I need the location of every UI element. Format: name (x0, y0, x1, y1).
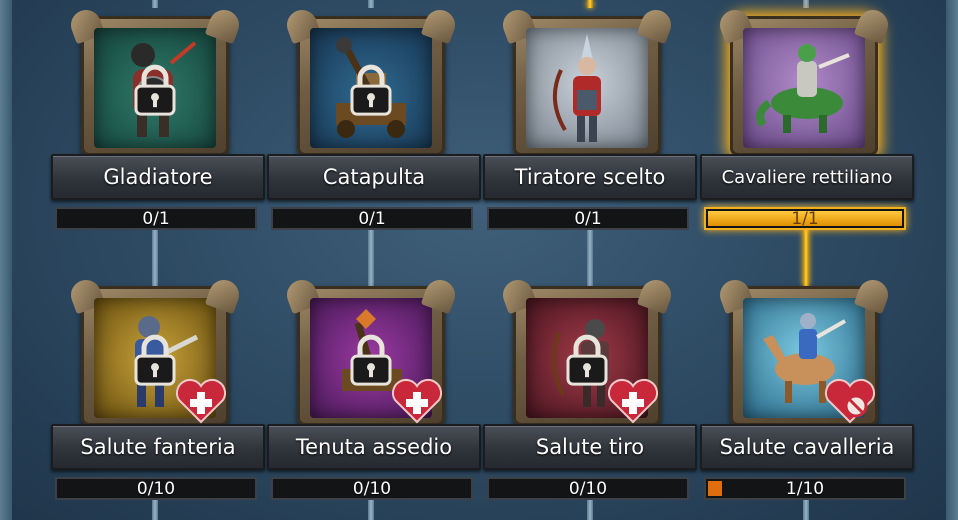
node-label: Salute tiro (535, 435, 645, 459)
heart-no-entry-icon (825, 379, 875, 424)
unit-portrait (743, 28, 865, 148)
progress-text: 0/10 (352, 478, 392, 499)
node-label: Tiratore scelto (514, 165, 666, 189)
node-label: Salute fanteria (80, 435, 236, 459)
node-label-plate: Tenuta assedio (267, 424, 481, 470)
lock-icon (350, 334, 392, 386)
node-label: Salute cavalleria (719, 435, 895, 459)
progress-text: 1/10 (785, 478, 825, 499)
heart-plus-icon (176, 379, 226, 424)
talent-node-salute-fanteria[interactable]: Salute fanteria 0/10 (51, 278, 265, 500)
node-label: Catapulta (322, 165, 426, 189)
portrait-frame (730, 286, 878, 426)
node-label: Gladiatore (103, 165, 213, 189)
portrait-frame (81, 16, 229, 156)
archer-icon (552, 34, 601, 142)
portrait-frame (297, 286, 445, 426)
progress-text: 0/10 (568, 478, 608, 499)
lock-icon (134, 334, 176, 386)
progress-bar: 0/10 (55, 477, 257, 500)
unit-portrait (526, 28, 648, 148)
node-label-plate: Gladiatore (51, 154, 265, 200)
panel-right-edge (946, 0, 958, 520)
talent-node-gladiatore[interactable]: Gladiatore 0/1 (51, 8, 265, 230)
progress-fill (708, 481, 722, 496)
progress-bar: 0/10 (487, 477, 689, 500)
progress-text: 0/1 (358, 208, 386, 229)
node-label-plate: Salute cavalleria (700, 424, 914, 470)
talent-node-catapulta[interactable]: Catapulta 0/1 (267, 8, 481, 230)
heart-plus-icon (608, 379, 658, 424)
talent-node-tenuta-assedio[interactable]: Tenuta assedio 0/10 (267, 278, 481, 500)
progress-bar: 0/1 (271, 207, 473, 230)
talent-node-cavaliere-rettiliano[interactable]: Cavaliere rettiliano 1/1 (700, 8, 914, 230)
connector-line (368, 0, 374, 8)
progress-text: 1/1 (791, 208, 819, 229)
portrait-frame (297, 16, 445, 156)
progress-bar: 0/10 (271, 477, 473, 500)
node-label-plate: Salute fanteria (51, 424, 265, 470)
connector-line (152, 0, 158, 8)
portrait-frame (513, 286, 661, 426)
talent-node-salute-tiro[interactable]: Salute tiro 0/10 (483, 278, 697, 500)
progress-bar: 1/10 (704, 477, 906, 500)
node-label: Cavaliere rettiliano (721, 166, 893, 188)
progress-text: 0/1 (142, 208, 170, 229)
lock-icon (134, 64, 176, 116)
portrait-frame (81, 286, 229, 426)
connector-line (587, 226, 593, 286)
portrait-frame (513, 16, 661, 156)
node-label-plate: Tiratore scelto (483, 154, 697, 200)
progress-text: 0/1 (574, 208, 602, 229)
heart-plus-icon (392, 379, 442, 424)
panel-left-edge (0, 0, 12, 520)
node-label-plate: Salute tiro (483, 424, 697, 470)
progress-bar: 1/1 (704, 207, 906, 230)
talent-node-salute-cavalleria[interactable]: Salute cavalleria 1/10 (700, 278, 914, 500)
node-label-plate: Cavaliere rettiliano (700, 154, 914, 200)
connector-line (368, 226, 374, 286)
connector-line-active (587, 0, 593, 8)
lock-icon (350, 64, 392, 116)
progress-bar: 0/1 (55, 207, 257, 230)
lizard-rider-icon (756, 44, 850, 133)
talent-node-tiratore-scelto[interactable]: Tiratore scelto 0/1 (483, 8, 697, 230)
lock-icon (566, 334, 608, 386)
progress-bar: 0/1 (487, 207, 689, 230)
connector-line (803, 0, 809, 8)
progress-text: 0/10 (136, 478, 176, 499)
node-label-plate: Catapulta (267, 154, 481, 200)
node-label: Tenuta assedio (295, 435, 453, 459)
connector-line (152, 226, 158, 286)
portrait-frame (730, 16, 878, 156)
